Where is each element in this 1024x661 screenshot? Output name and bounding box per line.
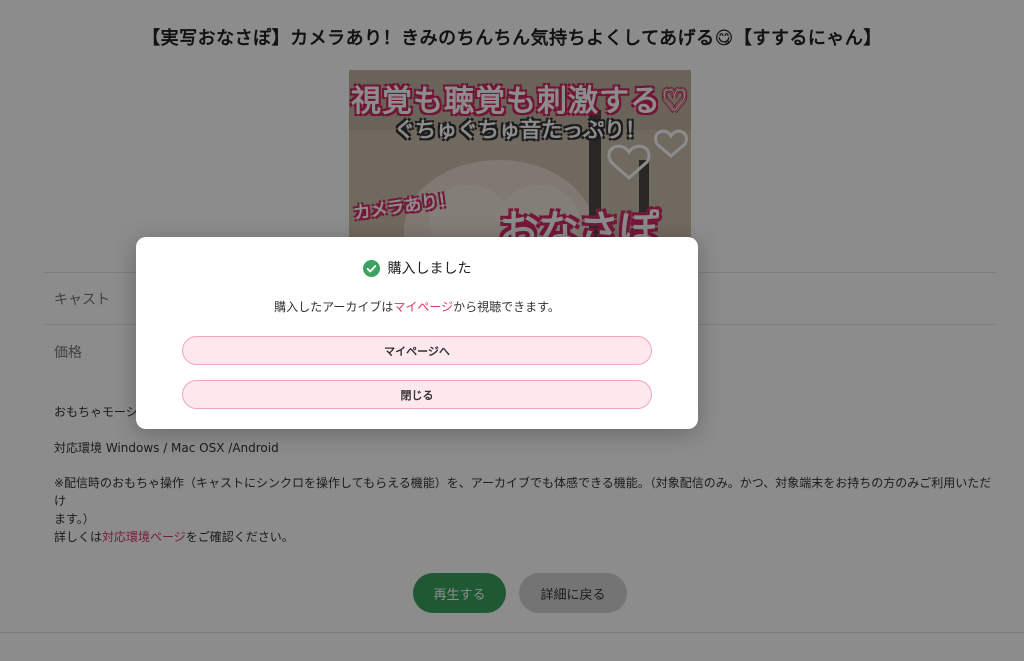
modal-header: 購入しました [136, 258, 698, 278]
mypage-link[interactable]: マイページ [393, 300, 453, 314]
check-circle-icon [362, 259, 380, 277]
modal-heading: 購入しました [387, 261, 472, 277]
modal-message-prefix: 購入したアーカイブは [274, 300, 394, 314]
purchase-complete-modal: 購入しました 購入したアーカイブはマイページから視聴できます。 マイページへ 閉… [136, 237, 698, 429]
close-button[interactable]: 閉じる [182, 380, 652, 409]
modal-message-suffix: から視聴できます。 [453, 300, 560, 314]
go-to-mypage-button[interactable]: マイページへ [182, 336, 652, 365]
modal-message: 購入したアーカイブはマイページから視聴できます。 [136, 298, 698, 315]
